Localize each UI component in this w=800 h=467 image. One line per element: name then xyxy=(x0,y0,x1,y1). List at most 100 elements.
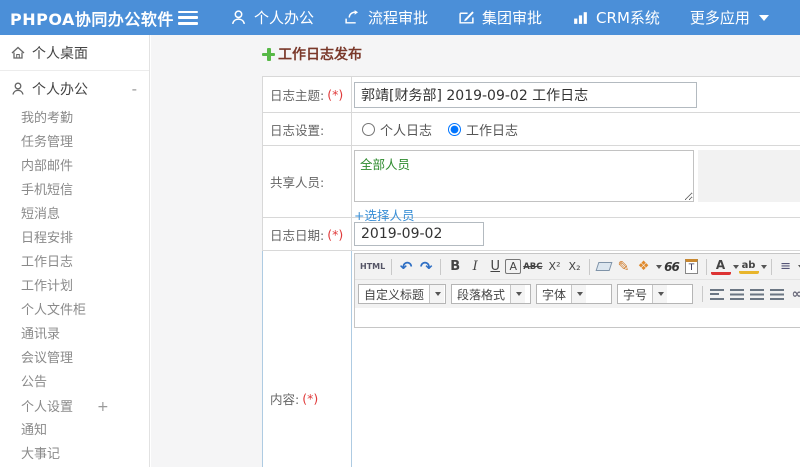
expand-plus-icon[interactable]: + xyxy=(97,399,109,415)
content-value-cell: HTML ↶ ↷ B I U A ABC X² X₂ ✎ ❖ 66 T A ab… xyxy=(352,251,800,467)
caret-down-icon xyxy=(758,14,769,21)
sidebar-group-label: 个人办公 xyxy=(32,82,88,98)
log-date-input[interactable] xyxy=(354,222,484,246)
share-members-textarea[interactable]: 全部人员 xyxy=(354,150,694,202)
align-right-button[interactable] xyxy=(747,284,767,304)
undo-button[interactable]: ↶ xyxy=(396,257,416,277)
toolbar-separator xyxy=(702,286,703,302)
ordered-list-button[interactable]: ≡ xyxy=(776,257,796,277)
caret-down-icon xyxy=(577,292,584,296)
sidebar-item-sms[interactable]: 手机短信 xyxy=(0,179,149,203)
label-text: 日志设置: xyxy=(270,122,325,138)
subject-label: 日志主题: (*) xyxy=(263,77,352,112)
sidebar-item-label: 日程安排 xyxy=(21,231,74,246)
form-row-content: 内容: (*) HTML ↶ ↷ B I U A ABC X² X₂ ✎ ❖ 6… xyxy=(263,251,800,467)
hamburger-menu-icon[interactable] xyxy=(178,10,198,25)
radio-label: 个人日志 xyxy=(380,123,433,139)
paste-button[interactable]: T xyxy=(682,257,702,277)
sidebar-item-internal-mail[interactable]: 内部邮件 xyxy=(0,155,149,179)
sidebar-item-work-log[interactable]: 工作日志 xyxy=(0,251,149,275)
sidebar-item-short-message[interactable]: 短消息 xyxy=(0,203,149,227)
align-center-icon xyxy=(730,288,744,300)
sidebar-item-label: 任务管理 xyxy=(21,135,74,150)
radio-personal-log[interactable]: 个人日志 xyxy=(362,120,432,139)
caret-down-icon[interactable] xyxy=(655,264,662,269)
italic-button[interactable]: I xyxy=(465,257,485,277)
sidebar-item-personal-settings[interactable]: 个人设置 + xyxy=(0,395,149,419)
nav-more-apps[interactable]: 更多应用 xyxy=(690,7,769,28)
sidebar-item-meetings[interactable]: 会议管理 xyxy=(0,347,149,371)
edit-icon xyxy=(458,9,475,26)
share-label: 共享人员: xyxy=(263,146,352,217)
editor-content-area[interactable] xyxy=(355,308,800,327)
caret-down-icon xyxy=(658,292,665,296)
highlight-color-button[interactable]: ab xyxy=(738,259,759,274)
font-style-button[interactable]: A xyxy=(505,259,522,274)
sidebar-group-personal-office[interactable]: 个人办公 - xyxy=(0,71,149,107)
sidebar-item-notifications[interactable]: 通知 xyxy=(0,419,149,443)
blockquote-button[interactable]: 66 xyxy=(662,257,682,277)
insert-link-button[interactable]: ∞ xyxy=(787,284,800,304)
align-center-button[interactable] xyxy=(727,284,747,304)
custom-heading-dropdown[interactable]: 自定义标题 xyxy=(358,284,446,304)
align-justify-button[interactable] xyxy=(767,284,787,304)
sidebar-item-attendance[interactable]: 我的考勤 xyxy=(0,107,149,131)
home-icon xyxy=(10,45,26,61)
nav-workflow-approval[interactable]: 流程审批 xyxy=(344,7,428,28)
sidebar-item-desktop[interactable]: 个人桌面 xyxy=(0,35,149,71)
rich-text-editor: HTML ↶ ↷ B I U A ABC X² X₂ ✎ ❖ 66 T A ab… xyxy=(354,253,800,328)
underline-button[interactable]: U xyxy=(485,257,505,277)
dropdown-button xyxy=(571,285,587,303)
sidebar-item-work-plan[interactable]: 工作计划 xyxy=(0,275,149,299)
paste-icon: T xyxy=(685,259,699,274)
html-source-button[interactable]: HTML xyxy=(358,257,387,277)
superscript-button[interactable]: X² xyxy=(545,257,565,277)
work-log-form: 日志主题: (*) 日志设置: 个人日志 xyxy=(262,76,800,467)
format-painter-button[interactable]: ❖ xyxy=(634,257,654,277)
date-value-cell xyxy=(352,218,800,250)
nav-crm-system[interactable]: CRM系统 xyxy=(572,7,660,28)
toolbar-separator xyxy=(588,258,590,275)
personal-log-radio[interactable] xyxy=(362,122,375,136)
redo-button[interactable]: ↷ xyxy=(416,257,436,277)
page-title: 工作日志发布 xyxy=(262,44,362,64)
sidebar-item-label: 大事记 xyxy=(21,447,61,462)
sidebar-item-schedule[interactable]: 日程安排 xyxy=(0,227,149,251)
required-mark: (*) xyxy=(327,226,344,242)
caret-down-icon[interactable] xyxy=(732,264,739,269)
sidebar-item-major-events[interactable]: 大事记 xyxy=(0,443,149,467)
share-cell-filler xyxy=(698,150,800,202)
strikethrough-button[interactable]: ABC xyxy=(521,257,544,277)
font-family-dropdown[interactable]: 字体 xyxy=(536,284,612,304)
eraser-button[interactable] xyxy=(594,257,614,277)
bar-chart-icon xyxy=(572,9,589,26)
sidebar-item-file-cabinet[interactable]: 个人文件柜 xyxy=(0,299,149,323)
align-left-button[interactable] xyxy=(707,284,727,304)
subject-value-cell xyxy=(352,77,800,112)
app-logo: PHPOA协同办公软件 xyxy=(10,9,174,29)
format-brush-button[interactable]: ✎ xyxy=(614,257,634,277)
align-justify-icon xyxy=(770,288,784,300)
nav-personal-office[interactable]: 个人办公 xyxy=(230,7,314,28)
sidebar-item-tasks[interactable]: 任务管理 xyxy=(0,131,149,155)
dropdown-button xyxy=(429,285,445,303)
link-icon: ∞ xyxy=(791,286,800,302)
font-color-button[interactable]: A xyxy=(710,258,731,275)
subject-input[interactable] xyxy=(354,81,697,108)
caret-down-icon[interactable] xyxy=(760,264,767,269)
work-log-radio[interactable] xyxy=(448,122,462,136)
bold-button[interactable]: B xyxy=(445,257,465,277)
subscript-button[interactable]: X₂ xyxy=(565,257,585,277)
label-text: 内容: xyxy=(270,391,300,407)
settings-value-cell: 个人日志 工作日志 xyxy=(352,113,800,145)
paragraph-format-dropdown[interactable]: 段落格式 xyxy=(451,284,531,304)
toolbar-separator xyxy=(705,258,707,275)
font-size-dropdown[interactable]: 字号 xyxy=(617,284,693,304)
nav-group-approval[interactable]: 集团审批 xyxy=(458,7,542,28)
sidebar-submenu: 我的考勤 任务管理 内部邮件 手机短信 短消息 日程安排 工作日志 工作计划 个… xyxy=(0,107,149,467)
radio-work-log[interactable]: 工作日志 xyxy=(448,120,518,139)
collapse-minus-icon[interactable]: - xyxy=(132,80,137,98)
sidebar-item-announcements[interactable]: 公告 xyxy=(0,371,149,395)
sidebar-item-contacts[interactable]: 通讯录 xyxy=(0,323,149,347)
editor-toolbar-row1: HTML ↶ ↷ B I U A ABC X² X₂ ✎ ❖ 66 T A ab… xyxy=(355,254,800,280)
